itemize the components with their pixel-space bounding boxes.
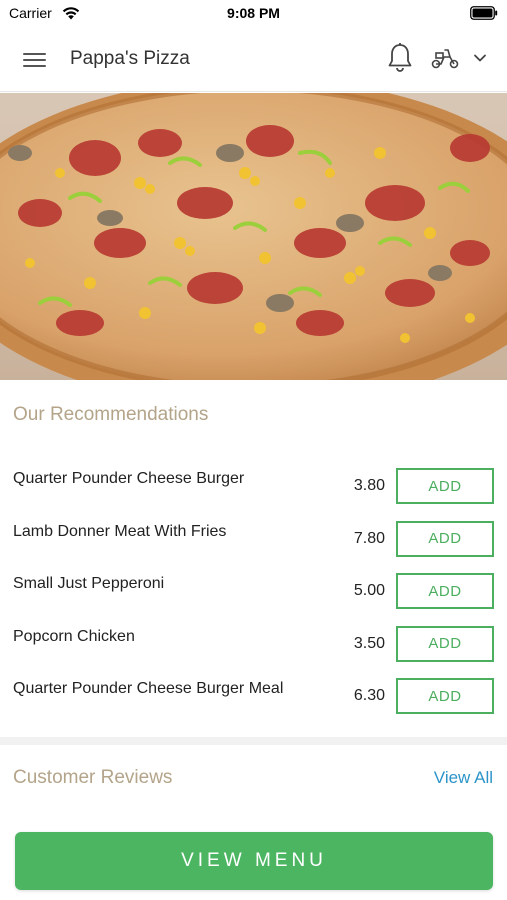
view-all-link[interactable]: View All xyxy=(434,768,493,788)
add-button[interactable]: ADD xyxy=(396,678,494,714)
list-item: Lamb Donner Meat With Fries 7.80 ADD xyxy=(0,508,507,561)
clock: 9:08 PM xyxy=(227,5,280,21)
bell-icon[interactable] xyxy=(386,42,414,74)
hamburger-menu-icon[interactable] xyxy=(22,48,48,72)
item-price: 3.50 xyxy=(353,634,385,652)
item-name: Popcorn Chicken xyxy=(13,627,135,645)
list-item: Quarter Pounder Cheese Burger 3.80 ADD xyxy=(0,455,507,508)
recommendations-title: Our Recommendations xyxy=(13,404,209,425)
item-price: 5.00 xyxy=(353,582,385,599)
recommendations-list: Quarter Pounder Cheese Burger 3.80 ADD L… xyxy=(0,455,507,718)
item-price: 7.80 xyxy=(353,529,385,547)
item-price: 3.80 xyxy=(353,477,385,494)
item-name: Quarter Pounder Cheese Burger xyxy=(13,470,245,487)
item-name: Quarter Pounder Cheese Burger Meal xyxy=(13,680,284,697)
add-button[interactable]: ADD xyxy=(396,520,494,557)
app-header: Pappa's Pizza xyxy=(0,28,507,92)
item-price: 6.30 xyxy=(353,687,385,704)
add-button[interactable]: ADD xyxy=(396,468,494,504)
scooter-icon[interactable] xyxy=(430,46,460,70)
add-button[interactable]: ADD xyxy=(396,573,494,609)
item-name: Lamb Donner Meat With Fries xyxy=(13,522,227,540)
hero-pizza-image xyxy=(0,93,507,380)
status-bar: Carrier 9:08 PM xyxy=(0,0,507,28)
section-divider xyxy=(0,737,507,745)
item-name: Small Just Pepperoni xyxy=(13,575,165,592)
reviews-title: Customer Reviews xyxy=(13,767,173,788)
view-menu-button[interactable]: VIEW MENU xyxy=(15,832,493,890)
chevron-down-icon[interactable] xyxy=(472,52,488,64)
list-item: Small Just Pepperoni 5.00 ADD xyxy=(0,560,507,613)
add-button[interactable]: ADD xyxy=(396,625,494,662)
pizza-photo xyxy=(0,93,507,380)
list-item: Quarter Pounder Cheese Burger Meal 6.30 … xyxy=(0,665,507,718)
list-item: Popcorn Chicken 3.50 ADD xyxy=(0,613,507,666)
battery-icon xyxy=(470,6,498,20)
page-title: Pappa's Pizza xyxy=(70,48,190,69)
